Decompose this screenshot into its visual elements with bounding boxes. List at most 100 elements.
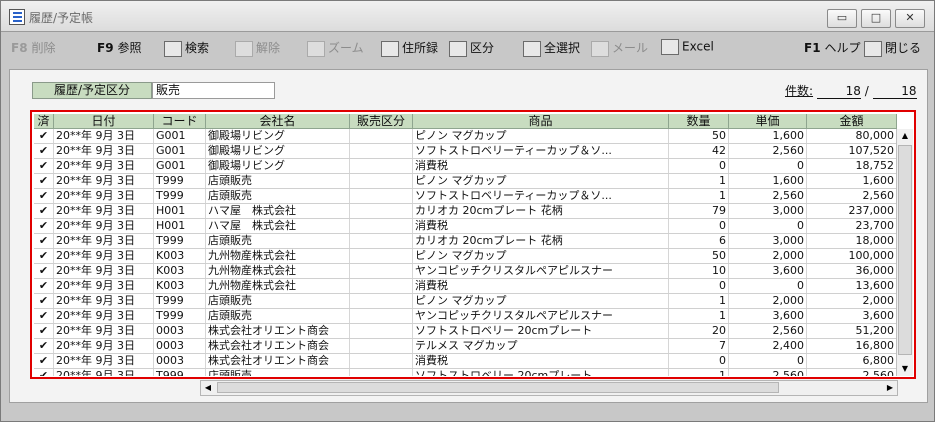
done-check-icon: ✔ (34, 219, 54, 233)
scroll-right-arrow-icon[interactable]: ▶ (883, 381, 897, 395)
table-row[interactable]: ✔ 20**年 9月 3日 K003 九州物産株式会社 ピノン マグカップ 50 2,000… (34, 249, 897, 264)
table-row[interactable]: ✔ 20**年 9月 3日 T999 店頭販売 ピノン マグカップ 1 2,000 2,000 (34, 294, 897, 309)
cell-col-qty: 0 (669, 159, 729, 173)
header-col-item[interactable]: 商品 (413, 114, 669, 128)
header-col-qty[interactable]: 数量 (669, 114, 729, 128)
table-row[interactable]: ✔ 20**年 9月 3日 T999 店頭販売 ヤンコピッチクリスタルペアピルスナー 1 3… (34, 309, 897, 324)
excel-button[interactable]: Excel (661, 39, 714, 61)
cell-col-code: G001 (154, 144, 206, 158)
close-window-button[interactable]: 閉じる (864, 39, 921, 61)
count-total: 18 (872, 84, 917, 99)
maximize-button[interactable]: □ (861, 9, 891, 28)
category-button[interactable]: 区分 (449, 39, 494, 61)
cell-col-sales-kind (350, 339, 413, 353)
cell-col-code: T999 (154, 309, 206, 323)
minimize-button[interactable]: ▭ (827, 9, 857, 28)
horizontal-scroll-thumb[interactable] (217, 382, 779, 393)
cell-col-company: 株式会社オリエント商会 (206, 339, 350, 353)
cell-col-company: 店頭販売 (206, 189, 350, 203)
horizontal-scrollbar[interactable]: ◀ ▶ (200, 380, 898, 396)
cell-col-date: 20**年 9月 3日 (54, 129, 154, 143)
filter-value-field[interactable]: 販売 (152, 82, 275, 99)
done-check-icon: ✔ (34, 354, 54, 368)
main-panel: 履歴/予定区分 販売 件数: 18 / 18 済日付 コード 会社名 販売区分 商品 数量… (9, 69, 928, 403)
table-row[interactable]: ✔ 20**年 9月 3日 H001 ハマ屋 株式会社 カリオカ 20cmプレート 花柄… (34, 204, 897, 219)
cell-col-date: 20**年 9月 3日 (54, 264, 154, 278)
cell-col-date: 20**年 9月 3日 (54, 249, 154, 263)
cell-col-company: 九州物産株式会社 (206, 279, 350, 293)
mail-button[interactable]: メール (591, 39, 648, 61)
header-col-date[interactable]: 日付 (54, 114, 154, 128)
table-row[interactable]: ✔ 20**年 9月 3日 0003 株式会社オリエント商会 ソフトストロベリー 20c… (34, 324, 897, 339)
cell-col-company: 株式会社オリエント商会 (206, 324, 350, 338)
header-col-done[interactable]: 済 (34, 114, 54, 128)
cell-col-item: 消費税 (413, 219, 669, 233)
done-check-icon: ✔ (34, 309, 54, 323)
scroll-down-arrow-icon[interactable]: ▼ (897, 362, 913, 376)
cell-col-code: T999 (154, 234, 206, 248)
header-col-price[interactable]: 単価 (729, 114, 807, 128)
search-button[interactable]: 検索 (164, 39, 209, 61)
table-row[interactable]: ✔ 20**年 9月 3日 H001 ハマ屋 株式会社 消費税 0 0 23,700 (34, 219, 897, 234)
table-row[interactable]: ✔ 20**年 9月 3日 K003 九州物産株式会社 ヤンコピッチクリスタルペアピルス… (34, 264, 897, 279)
vertical-scrollbar[interactable]: ▲ ▼ (896, 129, 913, 376)
cell-col-company: 九州物産株式会社 (206, 249, 350, 263)
title-bar: 履歴/予定帳 ▭ □ ✕ (1, 1, 934, 32)
done-check-icon: ✔ (34, 189, 54, 203)
count-shown: 18 (816, 84, 861, 99)
cell-col-sales-kind (350, 249, 413, 263)
table-row[interactable]: ✔ 20**年 9月 3日 G001 御殿場リビング ピノン マグカップ 50 1,600 8… (34, 129, 897, 144)
cell-col-qty: 42 (669, 144, 729, 158)
toolbar-button-label: 閉じる (885, 41, 922, 55)
cell-col-code: T999 (154, 189, 206, 203)
cell-col-company: 店頭販売 (206, 174, 350, 188)
table-row[interactable]: ✔ 20**年 9月 3日 0003 株式会社オリエント商会 消費税 0 0 6,800 (34, 354, 897, 369)
toolbar-button-label: 検索 (185, 41, 210, 55)
vertical-scroll-thumb[interactable] (898, 145, 912, 355)
cell-col-price: 3,000 (729, 204, 807, 218)
header-col-company[interactable]: 会社名 (206, 114, 350, 128)
table-row[interactable]: ✔ 20**年 9月 3日 G001 御殿場リビング ソフトストロベリーティーカップ＆ソ… (34, 144, 897, 159)
cell-col-code: T999 (154, 174, 206, 188)
table-row[interactable]: ✔ 20**年 9月 3日 0003 株式会社オリエント商会 テルメス マグカップ 7 2,… (34, 339, 897, 354)
cell-col-sales-kind (350, 294, 413, 308)
done-check-icon: ✔ (34, 174, 54, 188)
cell-col-price: 1,600 (729, 174, 807, 188)
cell-col-code: T999 (154, 369, 206, 376)
header-col-code[interactable]: コード (154, 114, 206, 128)
cell-col-date: 20**年 9月 3日 (54, 174, 154, 188)
cell-col-qty: 10 (669, 264, 729, 278)
scroll-left-arrow-icon[interactable]: ◀ (201, 381, 215, 395)
cell-col-sales-kind (350, 354, 413, 368)
done-check-icon: ✔ (34, 249, 54, 263)
header-col-sales-kind[interactable]: 販売区分 (350, 114, 413, 128)
cell-col-amount: 237,000 (807, 204, 897, 218)
cell-col-item: ヤンコピッチクリスタルペアピルスナー (413, 309, 669, 323)
grid-rows: ✔ 20**年 9月 3日 G001 御殿場リビング ピノン マグカップ 50 1,600 8… (34, 129, 897, 376)
cell-col-code: G001 (154, 129, 206, 143)
clear-button[interactable]: 解除 (235, 39, 280, 61)
header-col-amount[interactable]: 金額 (807, 114, 897, 128)
address-book-button[interactable]: 住所録 (381, 39, 438, 61)
reference-button[interactable]: F9 参照 (97, 39, 142, 61)
zoom-button[interactable]: ズーム (307, 39, 364, 61)
delete-button[interactable]: F8 削除 (11, 39, 56, 61)
select-all-button[interactable]: 全選択 (523, 39, 580, 61)
table-row[interactable]: ✔ 20**年 9月 3日 T999 店頭販売 カリオカ 20cmプレート 花柄 6 3,0… (34, 234, 897, 249)
cell-col-item: 消費税 (413, 159, 669, 173)
table-row[interactable]: ✔ 20**年 9月 3日 T999 店頭販売 ソフトストロベリーティーカップ＆ソ...… (34, 189, 897, 204)
cell-col-price: 0 (729, 159, 807, 173)
scroll-up-arrow-icon[interactable]: ▲ (897, 129, 913, 143)
help-button[interactable]: F1 ヘルプ (804, 39, 861, 61)
cell-col-amount: 23,700 (807, 219, 897, 233)
table-row[interactable]: ✔ 20**年 9月 3日 T999 店頭販売 ピノン マグカップ 1 1,600 1,600 (34, 174, 897, 189)
cell-col-date: 20**年 9月 3日 (54, 369, 154, 376)
table-row[interactable]: ✔ 20**年 9月 3日 G001 御殿場リビング 消費税 0 0 18,752 (34, 159, 897, 174)
toolbar-button-label: 区分 (470, 41, 495, 55)
close-button[interactable]: ✕ (895, 9, 925, 28)
cell-col-qty: 7 (669, 339, 729, 353)
cell-col-item: ピノン マグカップ (413, 249, 669, 263)
cell-col-code: 0003 (154, 339, 206, 353)
table-row[interactable]: ✔ 20**年 9月 3日 K003 九州物産株式会社 消費税 0 0 13,600 (34, 279, 897, 294)
table-row[interactable]: ✔ 20**年 9月 3日 T999 店頭販売 ソフトストロベリー 20cmプレート 1 2… (34, 369, 897, 376)
